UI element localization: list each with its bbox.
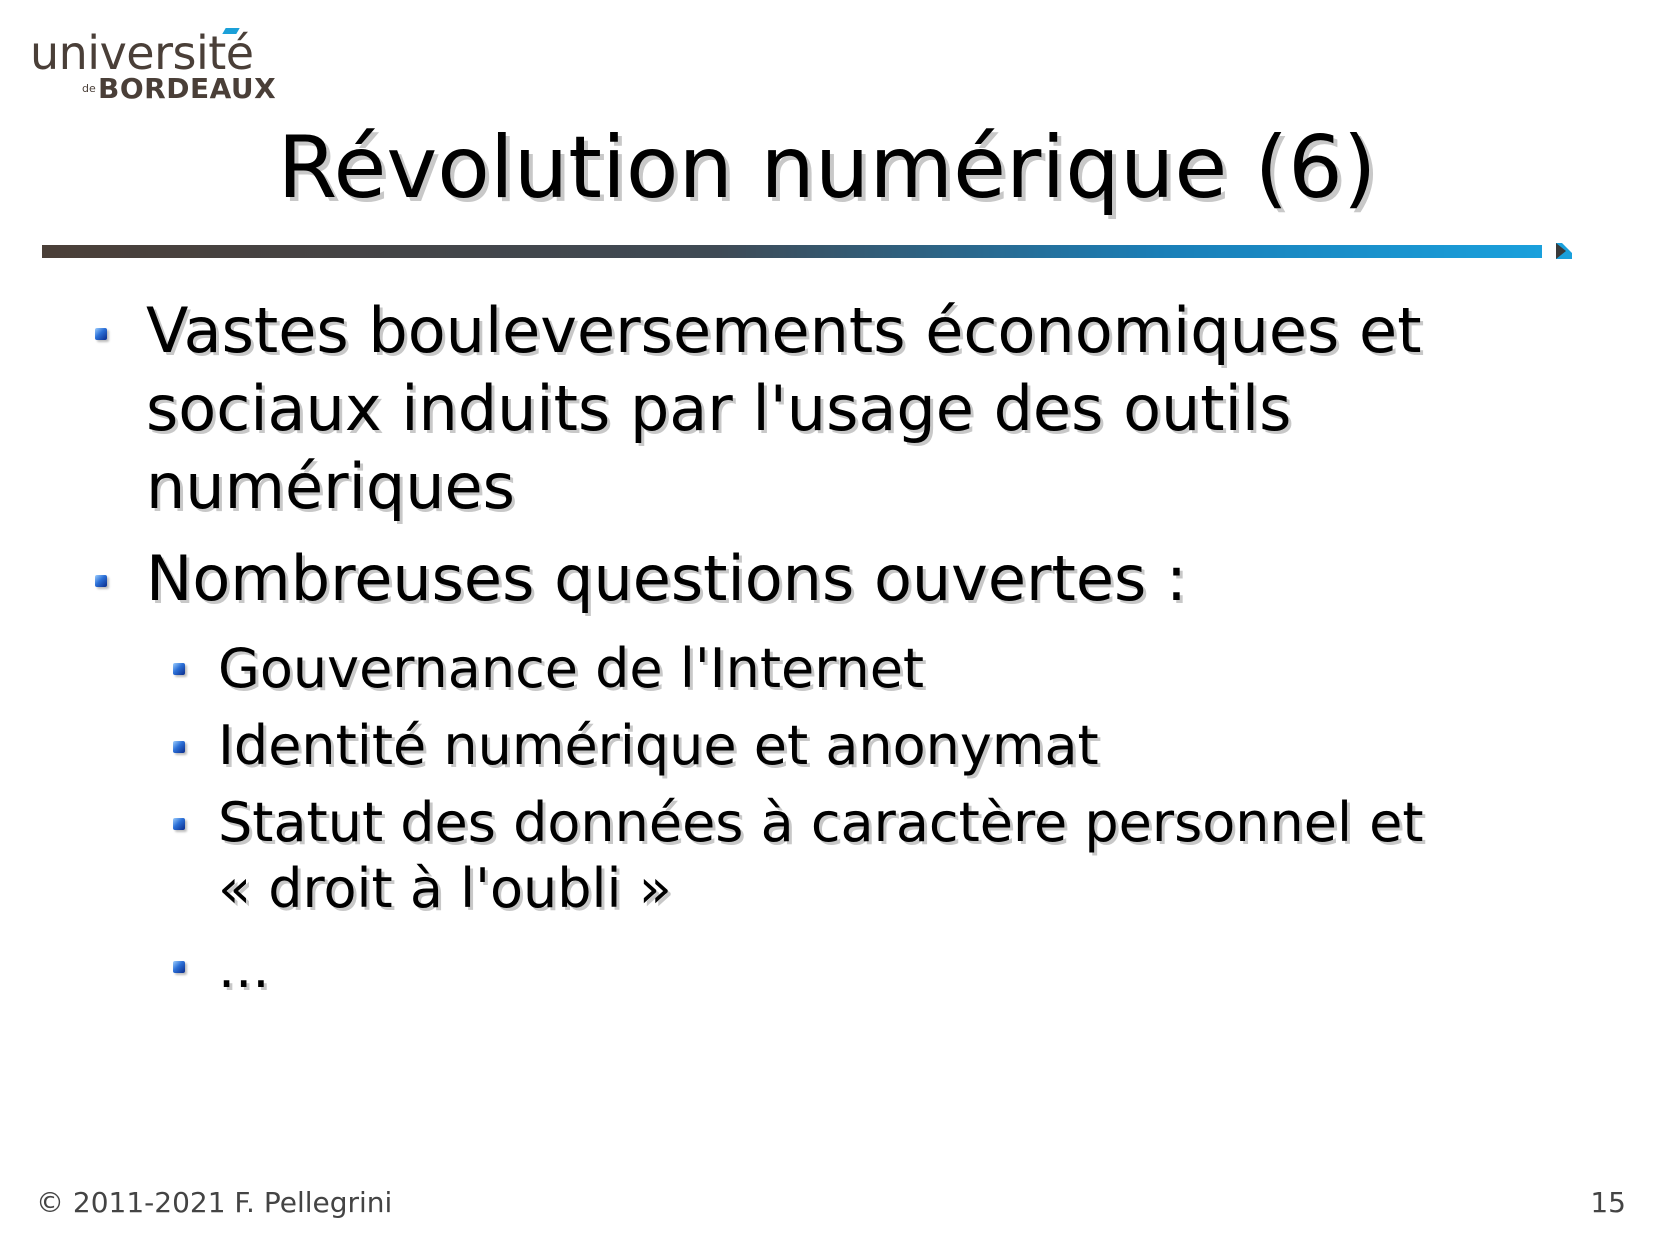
sub-bullet-marker	[173, 741, 185, 753]
sub-bullet-line: ...	[218, 937, 270, 1000]
sub-bullet-item: Statut des données à caractère personnel…	[218, 790, 1424, 922]
bullet-marker	[95, 328, 107, 340]
bullet-line: Vastes bouleversements économiques et	[146, 294, 1422, 367]
bullet-line: numériques	[146, 450, 515, 523]
bullet-line: sociaux induits par l'usage des outils	[146, 372, 1292, 445]
bullet-item: Vastes bouleversements économiques et so…	[146, 292, 1422, 526]
bullet-line: Nombreuses questions ouvertes :	[146, 542, 1187, 615]
sub-bullet-line: Gouvernance de l'Internet	[218, 637, 925, 700]
sub-bullet-item: Gouvernance de l'Internet	[218, 636, 924, 702]
sub-bullet-marker	[173, 961, 185, 973]
bullet-item: Nombreuses questions ouvertes :	[146, 540, 1187, 618]
bullet-marker	[95, 575, 107, 587]
footer-copyright: © 2011-2021 F. Pellegrini	[36, 1186, 393, 1219]
sub-bullet-line: Statut des données à caractère personnel…	[218, 791, 1424, 854]
sub-bullet-line: Identité numérique et anonymat	[218, 714, 1099, 777]
sub-bullet-marker	[173, 663, 185, 675]
sub-bullet-marker	[173, 818, 185, 830]
sub-bullet-item: ...	[218, 936, 270, 1002]
page-number: 15	[1590, 1186, 1626, 1219]
sub-bullet-item: Identité numérique et anonymat	[218, 713, 1099, 779]
slide-content: Vastes bouleversements économiques et so…	[0, 0, 1654, 1241]
sub-bullet-line: « droit à l'oubli »	[218, 857, 672, 920]
